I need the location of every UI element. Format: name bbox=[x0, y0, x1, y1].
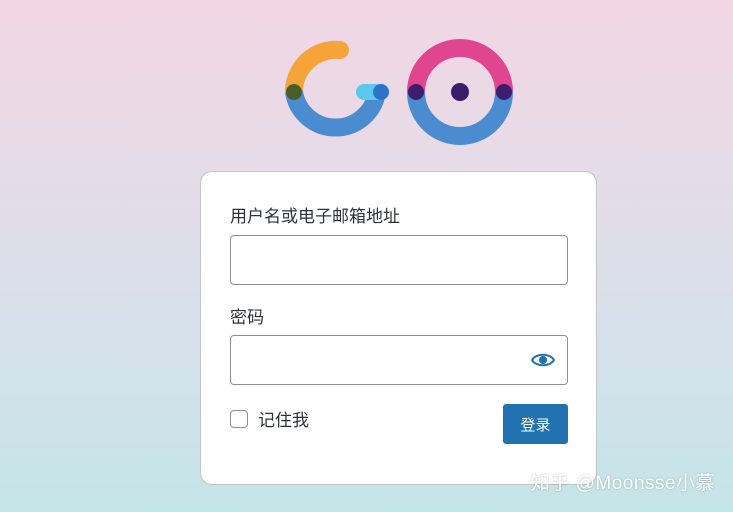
watermark: 知乎 @Moonsse小慕 bbox=[530, 473, 715, 494]
login-button[interactable]: 登录 bbox=[503, 404, 568, 444]
remember-me[interactable]: 记住我 bbox=[230, 406, 309, 431]
remember-checkbox[interactable] bbox=[230, 409, 248, 428]
remember-label: 记住我 bbox=[258, 411, 309, 430]
show-password-button[interactable] bbox=[529, 348, 557, 372]
login-card: 用户名或电子邮箱地址 密码 记住我 登录 bbox=[200, 171, 597, 485]
eye-icon bbox=[531, 353, 555, 367]
go-logo bbox=[284, 39, 513, 145]
username-label: 用户名或电子邮箱地址 bbox=[230, 207, 400, 226]
password-label: 密码 bbox=[230, 308, 264, 327]
username-input[interactable] bbox=[230, 235, 568, 285]
password-input[interactable] bbox=[230, 335, 568, 385]
